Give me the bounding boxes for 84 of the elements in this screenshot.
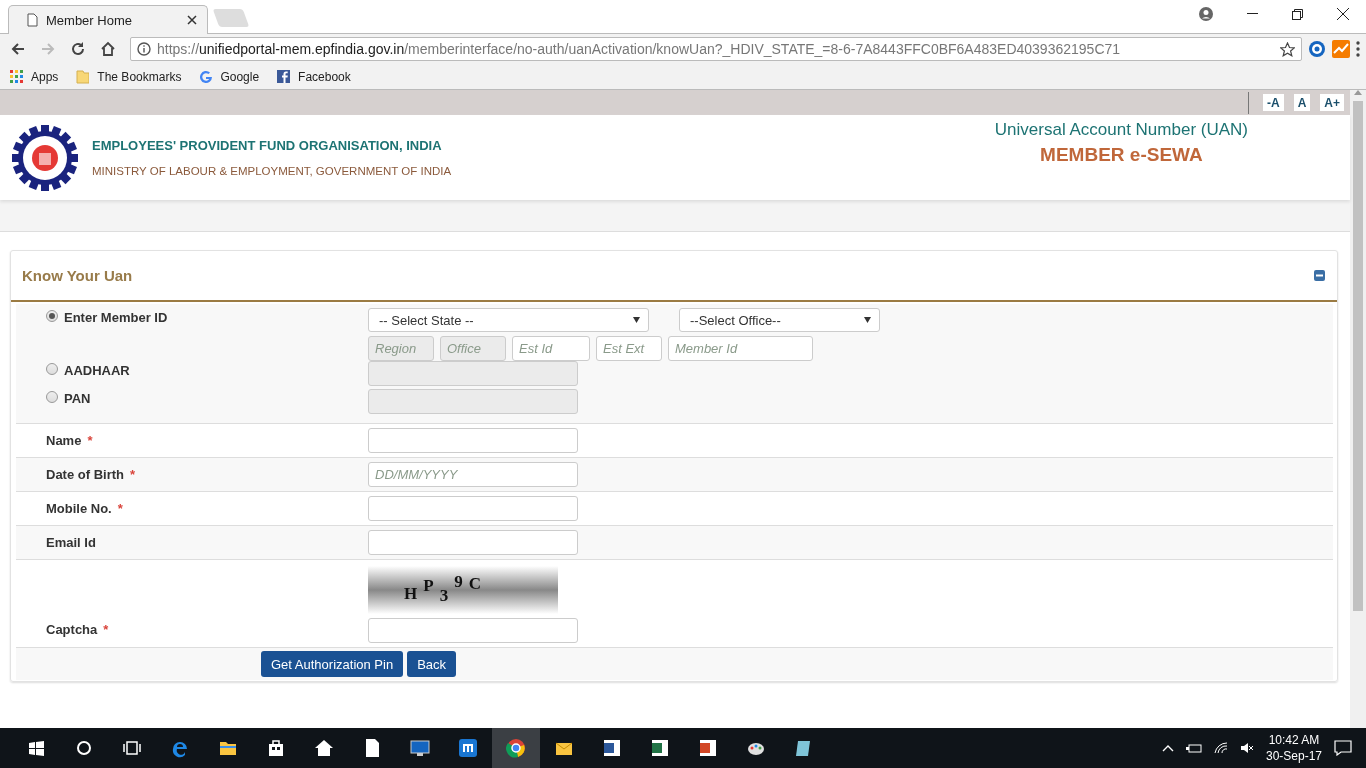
reload-icon[interactable] — [70, 41, 86, 57]
field-label: Captcha — [46, 622, 98, 637]
required-mark: * — [130, 467, 136, 482]
browser-icon[interactable] — [458, 738, 478, 758]
close-icon[interactable] — [1337, 8, 1349, 20]
radio-button[interactable] — [46, 310, 58, 322]
back-icon[interactable] — [10, 41, 26, 57]
font-size-button[interactable]: A+ — [1320, 94, 1344, 111]
office-dropdown[interactable]: --Select Office-- — [679, 308, 880, 332]
bookmark[interactable]: The Bookmarks — [76, 69, 182, 84]
radio-button[interactable] — [46, 391, 58, 403]
scrollbar[interactable] — [1350, 90, 1366, 728]
minimize-icon[interactable] — [1247, 13, 1258, 15]
caret-icon — [864, 317, 871, 323]
store-icon[interactable] — [266, 738, 286, 758]
battery-icon[interactable] — [1185, 742, 1202, 754]
bookmark[interactable]: Facebook — [277, 69, 351, 84]
spreadsheet-icon[interactable] — [650, 738, 670, 758]
captcha-field[interactable] — [368, 618, 578, 643]
field-label: Email Id — [46, 535, 96, 550]
extension-icon[interactable] — [1308, 40, 1326, 58]
home-icon[interactable] — [314, 738, 334, 758]
radio-button[interactable] — [46, 363, 58, 375]
clock-time[interactable]: 10:42 AM — [1268, 732, 1320, 748]
close-icon[interactable] — [187, 15, 197, 25]
bookmark[interactable]: Google — [199, 69, 260, 84]
word-icon[interactable] — [602, 738, 622, 758]
field-label: Mobile No. — [46, 501, 112, 516]
menu-icon[interactable] — [1356, 41, 1360, 57]
portal-title: Universal Account Number (UAN) — [994, 119, 1248, 140]
muted-speaker-icon[interactable] — [1239, 742, 1254, 754]
required-mark: * — [117, 501, 123, 516]
google-icon — [199, 69, 213, 84]
restore-icon[interactable] — [1292, 8, 1303, 20]
required-mark: * — [87, 433, 93, 448]
search-icon[interactable] — [74, 738, 94, 758]
state-dropdown[interactable]: -- Select State -- — [368, 308, 649, 332]
form-button[interactable]: Get Authorization Pin — [261, 651, 404, 677]
text-field[interactable]: DD/MM/YYYY — [368, 462, 578, 487]
member-id-part-field[interactable]: Member Id — [668, 336, 813, 361]
address-bar[interactable]: https://unifiedportal-mem.epfindia.gov.in/memberinterface/no-auth/uanActivation/knowUan?_HDIV_STATE_=8-6-7A8443FFC0BF6A483ED4039362195C71 — [130, 37, 1302, 61]
windows-icon[interactable] — [26, 738, 46, 758]
page-icon — [27, 13, 38, 27]
monitor-icon[interactable] — [410, 738, 430, 758]
presentation-icon[interactable] — [698, 738, 718, 758]
text-field[interactable] — [368, 530, 578, 555]
collapse-icon[interactable] — [1314, 270, 1325, 281]
home-icon[interactable] — [100, 41, 116, 57]
caret-icon — [633, 317, 640, 323]
field-label: Date of Birth — [46, 467, 124, 482]
panel-title: Know Your Uan — [22, 267, 133, 284]
folder-icon — [76, 69, 90, 84]
ministry-name: MINISTRY OF LABOUR & EMPLOYMENT, GOVERNMENT OF INDIA — [92, 165, 452, 177]
chevron-up-icon[interactable] — [1161, 744, 1174, 752]
form-button[interactable]: Back — [407, 651, 457, 677]
emblem-logo — [12, 124, 78, 191]
option-label: PAN — [64, 391, 91, 406]
service-name: MEMBER e-SEWA — [1040, 143, 1203, 166]
facebook-icon — [277, 69, 291, 84]
info-icon — [137, 42, 151, 56]
clock-date[interactable]: 30-Sep-17 — [1265, 748, 1322, 764]
font-size-button[interactable]: -A — [1262, 94, 1284, 111]
text-field[interactable] — [368, 428, 578, 453]
wifi-icon[interactable] — [1213, 742, 1228, 754]
font-size-button[interactable]: A — [1293, 94, 1311, 111]
apps-icon — [10, 69, 23, 84]
notification-icon[interactable] — [1334, 740, 1352, 756]
star-icon[interactable] — [1280, 41, 1295, 57]
profile-icon[interactable] — [1199, 7, 1213, 21]
member-id-part-field[interactable]: Est Ext — [596, 336, 662, 361]
browser-tab[interactable]: Member Home — [8, 5, 208, 34]
required-mark: * — [103, 622, 109, 637]
scrollbar-thumb[interactable] — [1353, 101, 1363, 611]
organisation-name: EMPLOYEES' PROVIDENT FUND ORGANISATION, INDIA — [92, 138, 443, 153]
chart-extension-icon[interactable] — [1332, 40, 1350, 58]
option-label: Enter Member ID — [64, 310, 168, 325]
text-field[interactable] — [368, 496, 578, 521]
field-label: Name — [46, 433, 82, 448]
chrome-icon[interactable] — [506, 738, 526, 758]
bookmark[interactable]: Apps — [10, 69, 59, 84]
member-id-part-field[interactable]: Est Id — [512, 336, 590, 361]
task-view-icon[interactable] — [122, 738, 142, 758]
option-label: AADHAAR — [64, 363, 130, 378]
url-text: https://unifiedportal-mem.epfindia.gov.in/memberinterface/no-auth/uanActivation/knowUan?_HDIV_STATE_=8-6-7A8443FFC0BF6A483ED4039362195C71 — [157, 41, 1122, 57]
